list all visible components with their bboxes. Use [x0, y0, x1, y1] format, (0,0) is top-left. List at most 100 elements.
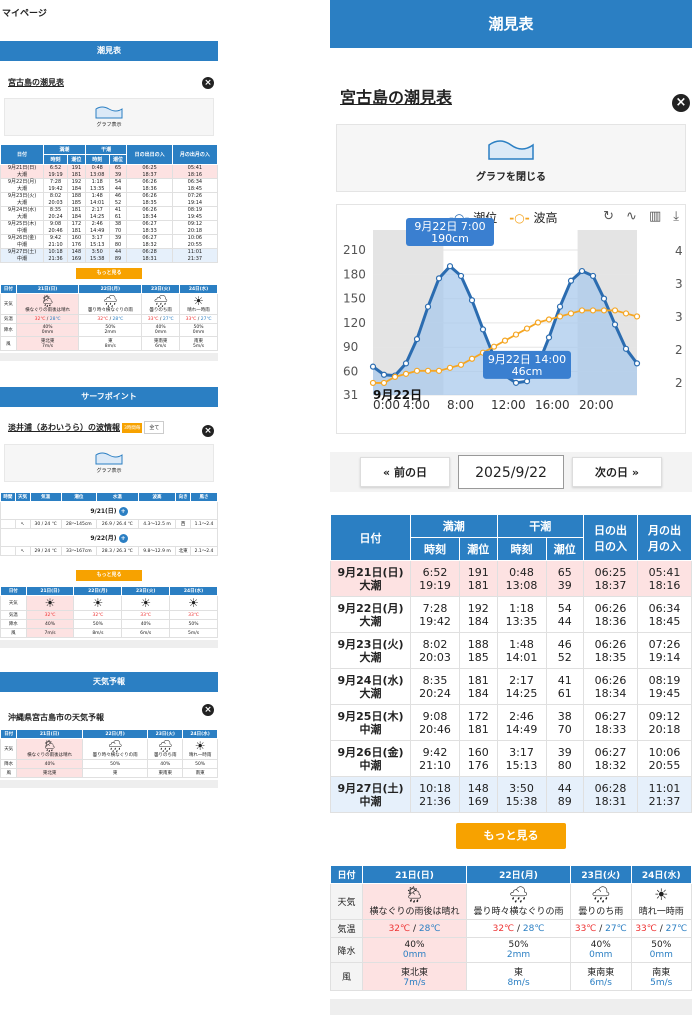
low-level: 39 80: [108, 234, 128, 249]
tide-row: 9月24日(水) 大潮 8:35 20:24 181 184 2:17 14:25 41 61 06…: [0, 206, 218, 221]
wx-day: 21日(日): [16, 729, 83, 739]
wind-cell: 東 8m/s: [78, 336, 143, 351]
more-button[interactable]: もっと見る: [76, 570, 142, 581]
graph-toggle-label: グラフ表示: [96, 468, 122, 474]
tide-point: [589, 272, 597, 280]
wx-day: 23日(火): [570, 865, 632, 884]
temp-cell: 32℃ / 28℃: [15, 314, 80, 324]
close-icon[interactable]: ×: [202, 77, 214, 89]
col-low: 干潮: [84, 144, 128, 155]
wind-cell: 5m/s: [169, 628, 218, 638]
high-level: 188 185: [459, 632, 498, 669]
surf-weather-table: 日付 21日(日) 22日(月) 23日(火) 24日(水) 天気 ☀ ☀ ☀ ☀ 気温 32℃ 3…: [0, 586, 218, 638]
sun-times: 06:25 18:37: [126, 164, 173, 179]
wind-cell: 東南東: [147, 768, 184, 778]
tide-date: 9月24日(水) 大潮: [0, 206, 45, 221]
wx-cell: 🌧 曇りのち雨: [147, 738, 184, 760]
low-level: 41 61: [108, 206, 128, 221]
y-tick-label: 120: [343, 316, 366, 330]
temp-cell: 33℃ / 27℃: [141, 314, 181, 324]
tab-3hour[interactable]: 3時間毎: [122, 422, 143, 433]
temp-cell: 33℃ / 27℃: [630, 919, 692, 938]
prev-day-button[interactable]: « 前の日: [360, 457, 450, 487]
close-icon[interactable]: ×: [202, 425, 214, 437]
wx-col-day: 日付: [330, 865, 363, 884]
tide-date: 9月21日(日) 大潮: [330, 560, 411, 597]
tide-row: 9月25日(木) 中潮 9:08 20:46 172 181 2:46 14:49 38 70 06…: [330, 704, 692, 741]
sun-icon: ☀: [654, 885, 669, 904]
surf-title: 淡井浦（あわいうら）の波情報: [8, 423, 120, 432]
more-button[interactable]: もっと見る: [76, 268, 142, 279]
y2-tick-label: 2: [675, 343, 683, 357]
surf-day: 9/22(月): [90, 534, 117, 542]
tide-point: [600, 295, 608, 302]
rain-cell: 40%: [147, 759, 184, 769]
y2-tick-label: 3: [675, 310, 683, 324]
tide-point: [567, 277, 575, 284]
sun-times: 06:26 18:36: [126, 178, 173, 193]
surf-graph-toggle[interactable]: グラフ表示: [4, 444, 214, 482]
low-level: 38 70: [108, 220, 128, 235]
wave-point: [512, 331, 520, 338]
high-level: 192 184: [459, 596, 498, 633]
next-day-button[interactable]: 次の日 »: [572, 457, 662, 487]
high-level: 181 184: [66, 206, 86, 221]
more-button[interactable]: もっと見る: [456, 823, 566, 849]
graph-toggle[interactable]: グラフ表示: [4, 98, 214, 136]
high-time: 8:02 20:03: [409, 632, 461, 669]
x-date-label: 9月22日: [373, 388, 422, 402]
wx-cell: 🌧 曇りのち雨: [141, 293, 181, 315]
temp-label: 気温: [0, 610, 27, 620]
wx-label: 天気: [0, 738, 18, 760]
col-sun: 日の出日の入: [583, 514, 638, 561]
wx-day: 21日(日): [15, 284, 80, 294]
wind-cell: 東南東 6m/s: [141, 336, 181, 351]
tide-point: [457, 272, 465, 280]
tide-row: 9月26日(金) 中潮 9:42 21:10 160 176 3:17 15:13 39 80 06…: [330, 740, 692, 777]
wave-point: [600, 307, 608, 314]
rain-sun-icon: 🌦: [404, 885, 425, 904]
high-time: 9:08 20:46: [409, 704, 461, 741]
wind-cell: 7m/s: [25, 628, 75, 638]
tide-row: 9月23日(火) 大潮 8:02 20:03 188 185 1:48 14:01 46 52 06…: [0, 192, 218, 207]
temp-cell: 32℃ / 28℃: [78, 314, 143, 324]
wave-icon: [95, 452, 123, 465]
tide-row: 9月22日(月) 大潮 7:28 19:42 192 184 1:18 13:35 54 44 06…: [0, 178, 218, 193]
wx-day: 22日(月): [73, 586, 123, 596]
tab-all[interactable]: 全て: [144, 421, 165, 434]
temp-cell: 33℃ / 27℃: [179, 314, 218, 324]
tide-row: 9月25日(木) 中潮 9:08 20:46 172 181 2:46 14:49 38 70 06…: [0, 220, 218, 235]
mypage-title: マイページ: [2, 9, 47, 19]
forecast-title: 沖縄県宮古島市の天気予報: [8, 713, 104, 722]
low-level: 46 52: [545, 632, 585, 669]
tide-row: 9月27日(土) 中潮 10:18 21:36 148 169 3:50 15:38 44 89 0…: [0, 248, 218, 263]
close-icon[interactable]: ×: [672, 94, 690, 112]
wave-point: [380, 379, 388, 387]
y-tick-label: 180: [343, 267, 366, 281]
annotation-value: 46cm: [512, 365, 543, 378]
high-time: 7:28 19:42: [43, 178, 68, 193]
y-tick-label: 210: [343, 243, 366, 257]
temp-cell: 33℃ / 27℃: [570, 919, 632, 938]
graph-close-toggle[interactable]: グラフを閉じる: [336, 124, 686, 192]
tide-section-header: 潮見表: [0, 41, 218, 61]
surf-cell: 29 / 24 ℃: [29, 546, 62, 556]
rain-cell: 50% 2mm: [466, 937, 572, 963]
high-time: 9:42 21:10: [409, 740, 461, 777]
date-input[interactable]: 2025/9/22: [458, 455, 564, 489]
rain-label: 降水: [0, 619, 27, 629]
date-nav: « 前の日 2025/9/22 次の日 »: [330, 452, 692, 492]
cloud-rain-icon: 🌧: [157, 739, 173, 753]
tide-point: [479, 326, 487, 333]
expand-icon[interactable]: +: [118, 533, 128, 543]
sun-times: 06:27 18:33: [583, 704, 638, 741]
tide-header: 潮見表: [330, 0, 692, 48]
cloud-rain-icon: 🌧: [107, 739, 123, 753]
wx-cell: ☀: [25, 595, 75, 611]
expand-icon[interactable]: +: [118, 506, 128, 516]
close-icon[interactable]: ×: [202, 704, 214, 716]
surf-cell: 1.1〜2.4: [190, 519, 218, 529]
surf-cell: 9.8〜12.9 m: [137, 546, 177, 556]
temp-cell: 33℃: [169, 610, 218, 620]
surf-cell: [0, 519, 16, 529]
